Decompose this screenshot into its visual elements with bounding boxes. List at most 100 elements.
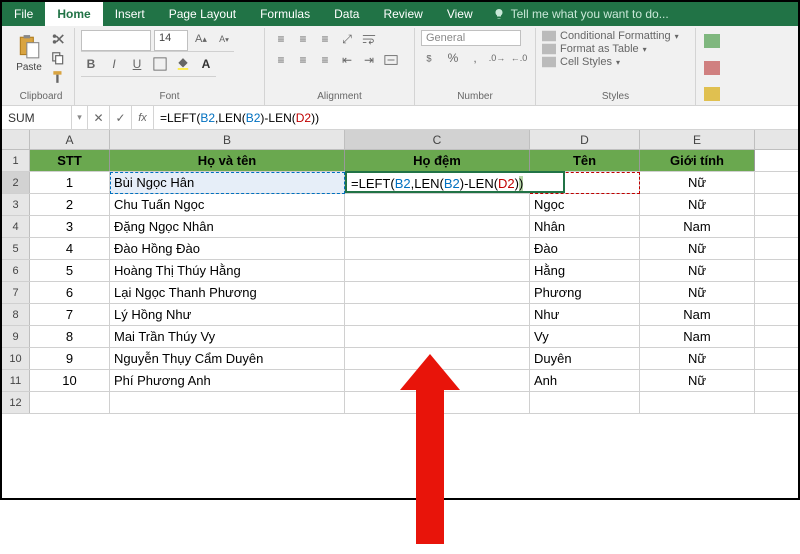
underline-button[interactable]: U: [127, 55, 147, 73]
header-ho-dem[interactable]: Họ đệm: [345, 150, 530, 171]
comma-button[interactable]: ,: [465, 49, 485, 67]
align-bottom-button[interactable]: ≡: [315, 30, 335, 48]
cell-A6[interactable]: 5: [30, 260, 110, 281]
cell-B10[interactable]: Nguyễn Thụy Cẩm Duyên: [110, 348, 345, 369]
cell-B4[interactable]: Đặng Ngọc Nhân: [110, 216, 345, 237]
formula-cancel-button[interactable]: ✕: [88, 106, 110, 129]
cell-C7[interactable]: [345, 282, 530, 303]
cell-E4[interactable]: Nam: [640, 216, 755, 237]
col-header-C[interactable]: C: [345, 130, 530, 149]
cell-D9[interactable]: Vy: [530, 326, 640, 347]
header-ho-va-ten[interactable]: Họ và tên: [110, 150, 345, 171]
font-color-button[interactable]: A: [196, 55, 216, 73]
col-header-B[interactable]: B: [110, 130, 345, 149]
cell-A7[interactable]: 6: [30, 282, 110, 303]
format-as-table-button[interactable]: Format as Table▾: [542, 43, 679, 55]
copy-button[interactable]: [48, 49, 68, 67]
cell-A9[interactable]: 8: [30, 326, 110, 347]
active-cell-c2[interactable]: =LEFT(B2,LEN(B2)-LEN(D2)): [345, 171, 565, 193]
percent-button[interactable]: %: [443, 49, 463, 67]
tell-me-search[interactable]: Tell me what you want to do...: [493, 2, 669, 26]
name-box-dropdown[interactable]: ▾: [72, 106, 88, 129]
shrink-font-button[interactable]: A▾: [214, 30, 234, 48]
row-header-1[interactable]: 1: [2, 150, 30, 171]
cell-B11[interactable]: Phí Phương Anh: [110, 370, 345, 391]
tab-insert[interactable]: Insert: [103, 2, 157, 26]
merge-center-button[interactable]: [381, 51, 401, 69]
align-right-button[interactable]: ≡: [315, 51, 335, 69]
tab-page-layout[interactable]: Page Layout: [157, 2, 248, 26]
cell-D3[interactable]: Ngọc: [530, 194, 640, 215]
col-header-A[interactable]: A: [30, 130, 110, 149]
cell-C5[interactable]: [345, 238, 530, 259]
header-stt[interactable]: STT: [30, 150, 110, 171]
cell-E9[interactable]: Nam: [640, 326, 755, 347]
cell-C10[interactable]: [345, 348, 530, 369]
align-top-button[interactable]: ≡: [271, 30, 291, 48]
cell-D10[interactable]: Duyên: [530, 348, 640, 369]
cell-A4[interactable]: 3: [30, 216, 110, 237]
tab-review[interactable]: Review: [371, 2, 434, 26]
increase-decimal-button[interactable]: .0→: [487, 49, 507, 67]
cell[interactable]: [110, 392, 345, 413]
cell-C9[interactable]: [345, 326, 530, 347]
cell[interactable]: [640, 392, 755, 413]
cell-C4[interactable]: [345, 216, 530, 237]
cell-E7[interactable]: Nữ: [640, 282, 755, 303]
grow-font-button[interactable]: A▴: [191, 30, 211, 48]
cell[interactable]: [530, 392, 640, 413]
cell-E8[interactable]: Nam: [640, 304, 755, 325]
font-size-select[interactable]: 14: [154, 30, 188, 51]
cell-E10[interactable]: Nữ: [640, 348, 755, 369]
cell-B5[interactable]: Đào Hồng Đào: [110, 238, 345, 259]
cell-E6[interactable]: Nữ: [640, 260, 755, 281]
align-center-button[interactable]: ≡: [293, 51, 313, 69]
font-family-select[interactable]: [81, 30, 151, 51]
tab-file[interactable]: File: [2, 2, 45, 26]
cell-D6[interactable]: Hằng: [530, 260, 640, 281]
name-box[interactable]: SUM: [2, 106, 72, 129]
cell-A5[interactable]: 4: [30, 238, 110, 259]
number-format-select[interactable]: General: [421, 30, 521, 46]
tab-formulas[interactable]: Formulas: [248, 2, 322, 26]
conditional-formatting-button[interactable]: Conditional Formatting▾: [542, 30, 679, 42]
cell-A2[interactable]: 1: [30, 172, 110, 193]
decrease-indent-button[interactable]: ⇤: [337, 51, 357, 69]
fill-color-button[interactable]: [173, 55, 193, 73]
cell-A11[interactable]: 10: [30, 370, 110, 391]
cell-E5[interactable]: Nữ: [640, 238, 755, 259]
increase-indent-button[interactable]: ⇥: [359, 51, 379, 69]
header-gioi-tinh[interactable]: Giới tính: [640, 150, 755, 171]
cell-A8[interactable]: 7: [30, 304, 110, 325]
cell-B8[interactable]: Lý Hồng Như: [110, 304, 345, 325]
header-ten[interactable]: Tên: [530, 150, 640, 171]
align-left-button[interactable]: ≡: [271, 51, 291, 69]
row-header-8[interactable]: 8: [2, 304, 30, 325]
cell[interactable]: [30, 392, 110, 413]
row-header-11[interactable]: 11: [2, 370, 30, 391]
cell-A3[interactable]: 2: [30, 194, 110, 215]
row-header-5[interactable]: 5: [2, 238, 30, 259]
formula-enter-button[interactable]: ✓: [110, 106, 132, 129]
tab-data[interactable]: Data: [322, 2, 371, 26]
row-header-7[interactable]: 7: [2, 282, 30, 303]
formula-input[interactable]: =LEFT(B2,LEN(B2)-LEN(D2)): [154, 106, 798, 129]
col-header-D[interactable]: D: [530, 130, 640, 149]
cell-E11[interactable]: Nữ: [640, 370, 755, 391]
cell-D7[interactable]: Phương: [530, 282, 640, 303]
cells-format-button[interactable]: [702, 85, 722, 103]
cell-C8[interactable]: [345, 304, 530, 325]
cell-C11[interactable]: [345, 370, 530, 391]
align-middle-button[interactable]: ≡: [293, 30, 313, 48]
row-header-4[interactable]: 4: [2, 216, 30, 237]
cell[interactable]: [345, 392, 530, 413]
cell-styles-button[interactable]: Cell Styles▾: [542, 56, 679, 68]
bold-button[interactable]: B: [81, 55, 101, 73]
cell-D5[interactable]: Đào: [530, 238, 640, 259]
paste-button[interactable]: Paste: [14, 30, 44, 75]
cell-C6[interactable]: [345, 260, 530, 281]
insert-function-button[interactable]: fx: [132, 106, 154, 129]
cells-delete-button[interactable]: [702, 59, 722, 77]
cells-insert-button[interactable]: [702, 32, 722, 50]
row-header-10[interactable]: 10: [2, 348, 30, 369]
